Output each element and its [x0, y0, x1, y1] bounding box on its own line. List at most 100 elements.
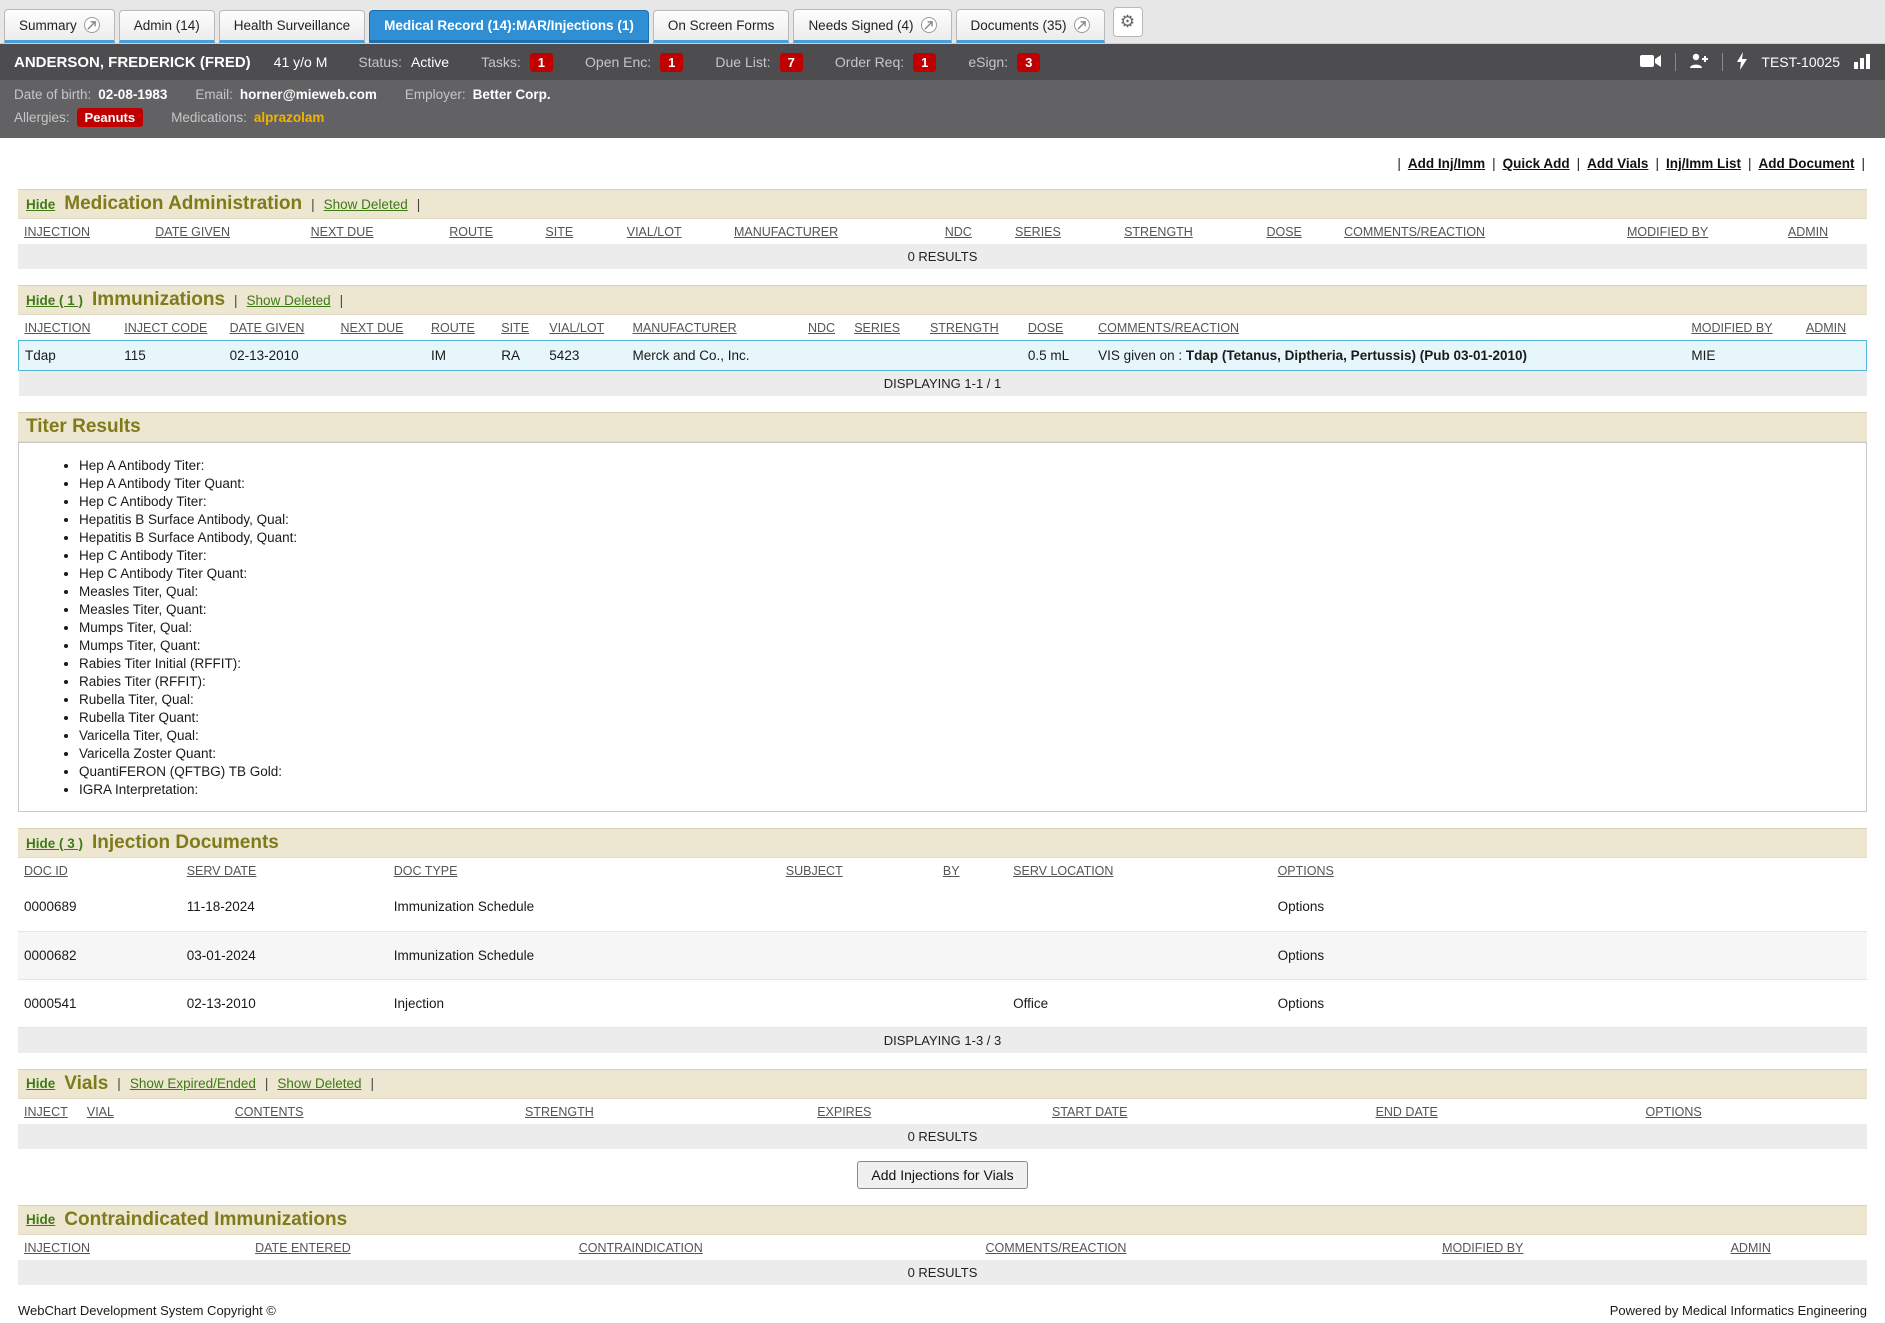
- tab-admin[interactable]: Admin (14): [119, 10, 215, 43]
- add-inj-imm-link[interactable]: Add Inj/Imm: [1408, 156, 1485, 171]
- col-options[interactable]: OPTIONS: [1272, 858, 1867, 883]
- cell-doc-id[interactable]: 0000682: [18, 931, 181, 979]
- tab-health-surveillance[interactable]: Health Surveillance: [219, 10, 365, 43]
- col-contents[interactable]: CONTENTS: [229, 1099, 519, 1124]
- popout-icon[interactable]: [921, 17, 937, 33]
- col-end-date[interactable]: END DATE: [1370, 1099, 1640, 1124]
- col-vial-lot[interactable]: VIAL/LOT: [543, 315, 626, 341]
- tab-on-screen-forms[interactable]: On Screen Forms: [653, 10, 790, 43]
- col-contraindication[interactable]: CONTRAINDICATION: [573, 1235, 980, 1260]
- show-deleted-vials-link[interactable]: Show Deleted: [277, 1076, 361, 1091]
- col-dose[interactable]: DOSE: [1022, 315, 1092, 341]
- col-subject[interactable]: SUBJECT: [780, 858, 937, 883]
- col-manufacturer[interactable]: MANUFACTURER: [728, 219, 939, 244]
- hide-immunizations-link[interactable]: Hide ( 1 ): [26, 293, 83, 308]
- col-start-date[interactable]: START DATE: [1046, 1099, 1370, 1124]
- col-next-due[interactable]: NEXT DUE: [334, 315, 425, 341]
- inj-imm-list-link[interactable]: Inj/Imm List: [1666, 156, 1741, 171]
- col-date-entered[interactable]: DATE ENTERED: [249, 1235, 573, 1260]
- lightning-icon[interactable]: [1736, 52, 1748, 73]
- cell-doc-id[interactable]: 0000689: [18, 883, 181, 931]
- col-injection[interactable]: INJECTION: [18, 1235, 249, 1260]
- hide-vials-link[interactable]: Hide: [26, 1076, 55, 1091]
- col-comments-reaction[interactable]: COMMENTS/REACTION: [1092, 315, 1685, 341]
- document-row[interactable]: 0000682 03-01-2024 Immunization Schedule…: [18, 931, 1867, 979]
- immunization-row-tdap[interactable]: Tdap 115 02-13-2010 IM RA 5423 Merck and…: [19, 341, 1867, 371]
- col-modified-by[interactable]: MODIFIED BY: [1436, 1235, 1724, 1260]
- col-doc-type[interactable]: DOC TYPE: [388, 858, 780, 883]
- col-date-given[interactable]: DATE GIVEN: [224, 315, 335, 341]
- add-injections-for-vials-button[interactable]: Add Injections for Vials: [857, 1161, 1027, 1189]
- col-series[interactable]: SERIES: [1009, 219, 1118, 244]
- col-dose[interactable]: DOSE: [1260, 219, 1338, 244]
- col-strength[interactable]: STRENGTH: [519, 1099, 811, 1124]
- popout-icon[interactable]: [84, 17, 100, 33]
- open-enc-count-badge[interactable]: 1: [660, 53, 683, 72]
- order-req-count-badge[interactable]: 1: [913, 53, 936, 72]
- add-document-link[interactable]: Add Document: [1758, 156, 1854, 171]
- quick-add-link[interactable]: Quick Add: [1503, 156, 1570, 171]
- col-injection[interactable]: INJECTION: [18, 219, 149, 244]
- hide-medication-administration-link[interactable]: Hide: [26, 197, 55, 212]
- tab-medical-record[interactable]: Medical Record (14):MAR/Injections (1): [369, 10, 649, 43]
- col-admin[interactable]: ADMIN: [1782, 219, 1867, 244]
- allergy-badge[interactable]: Peanuts: [77, 108, 144, 127]
- add-user-icon[interactable]: [1689, 53, 1709, 72]
- col-route[interactable]: ROUTE: [443, 219, 539, 244]
- cell-options[interactable]: Options: [1272, 883, 1867, 931]
- col-strength[interactable]: STRENGTH: [924, 315, 1022, 341]
- cell-site: RA: [495, 341, 543, 371]
- tab-needs-signed[interactable]: Needs Signed (4): [793, 9, 951, 43]
- document-row[interactable]: 0000541 02-13-2010 Injection Office Opti…: [18, 979, 1867, 1027]
- col-expires[interactable]: EXPIRES: [811, 1099, 1046, 1124]
- add-vials-link[interactable]: Add Vials: [1587, 156, 1648, 171]
- chart-icon[interactable]: [1853, 53, 1871, 72]
- hide-contraindicated-link[interactable]: Hide: [26, 1212, 55, 1227]
- cell-options[interactable]: Options: [1272, 931, 1867, 979]
- col-modified-by[interactable]: MODIFIED BY: [1685, 315, 1800, 341]
- col-ndc[interactable]: NDC: [939, 219, 1009, 244]
- col-vial-lot[interactable]: VIAL/LOT: [621, 219, 728, 244]
- settings-gear-button[interactable]: ⚙: [1113, 7, 1143, 37]
- col-date-given[interactable]: DATE GIVEN: [149, 219, 304, 244]
- col-route[interactable]: ROUTE: [425, 315, 495, 341]
- col-admin[interactable]: ADMIN: [1725, 1235, 1867, 1260]
- col-site[interactable]: SITE: [495, 315, 543, 341]
- esign-count-badge[interactable]: 3: [1017, 53, 1040, 72]
- col-serv-date[interactable]: SERV DATE: [181, 858, 388, 883]
- col-options[interactable]: OPTIONS: [1640, 1099, 1867, 1124]
- col-injection[interactable]: INJECTION: [19, 315, 119, 341]
- show-deleted-med-admin-link[interactable]: Show Deleted: [324, 197, 408, 212]
- col-next-due[interactable]: NEXT DUE: [305, 219, 444, 244]
- col-site[interactable]: SITE: [539, 219, 620, 244]
- col-admin[interactable]: ADMIN: [1800, 315, 1867, 341]
- col-vial[interactable]: VIAL: [81, 1099, 229, 1124]
- medication-value[interactable]: alprazolam: [254, 110, 325, 125]
- col-inject[interactable]: INJECT: [18, 1099, 81, 1124]
- cell-doc-id[interactable]: 0000541: [18, 979, 181, 1027]
- section-header-titer-results: Titer Results: [18, 412, 1867, 442]
- show-deleted-immunizations-link[interactable]: Show Deleted: [247, 293, 331, 308]
- popout-icon[interactable]: [1074, 17, 1090, 33]
- col-ndc[interactable]: NDC: [802, 315, 848, 341]
- show-expired-ended-link[interactable]: Show Expired/Ended: [130, 1076, 256, 1091]
- video-call-icon[interactable]: [1640, 54, 1662, 71]
- col-series[interactable]: SERIES: [848, 315, 924, 341]
- col-modified-by[interactable]: MODIFIED BY: [1621, 219, 1782, 244]
- col-doc-id[interactable]: DOC ID: [18, 858, 181, 883]
- col-manufacturer[interactable]: MANUFACTURER: [626, 315, 802, 341]
- tab-summary[interactable]: Summary: [4, 9, 115, 43]
- due-list-count-badge[interactable]: 7: [780, 53, 803, 72]
- list-item: Rubella Titer, Qual:: [79, 691, 1856, 709]
- col-strength[interactable]: STRENGTH: [1118, 219, 1260, 244]
- col-comments-reaction[interactable]: COMMENTS/REACTION: [979, 1235, 1436, 1260]
- document-row[interactable]: 0000689 11-18-2024 Immunization Schedule…: [18, 883, 1867, 931]
- col-serv-location[interactable]: SERV LOCATION: [1007, 858, 1271, 883]
- col-comments-reaction[interactable]: COMMENTS/REACTION: [1338, 219, 1621, 244]
- tab-documents[interactable]: Documents (35): [956, 9, 1105, 43]
- cell-options[interactable]: Options: [1272, 979, 1867, 1027]
- col-by[interactable]: BY: [937, 858, 1007, 883]
- hide-injection-documents-link[interactable]: Hide ( 3 ): [26, 836, 83, 851]
- col-inject-code[interactable]: INJECT CODE: [118, 315, 223, 341]
- tasks-count-badge[interactable]: 1: [530, 53, 553, 72]
